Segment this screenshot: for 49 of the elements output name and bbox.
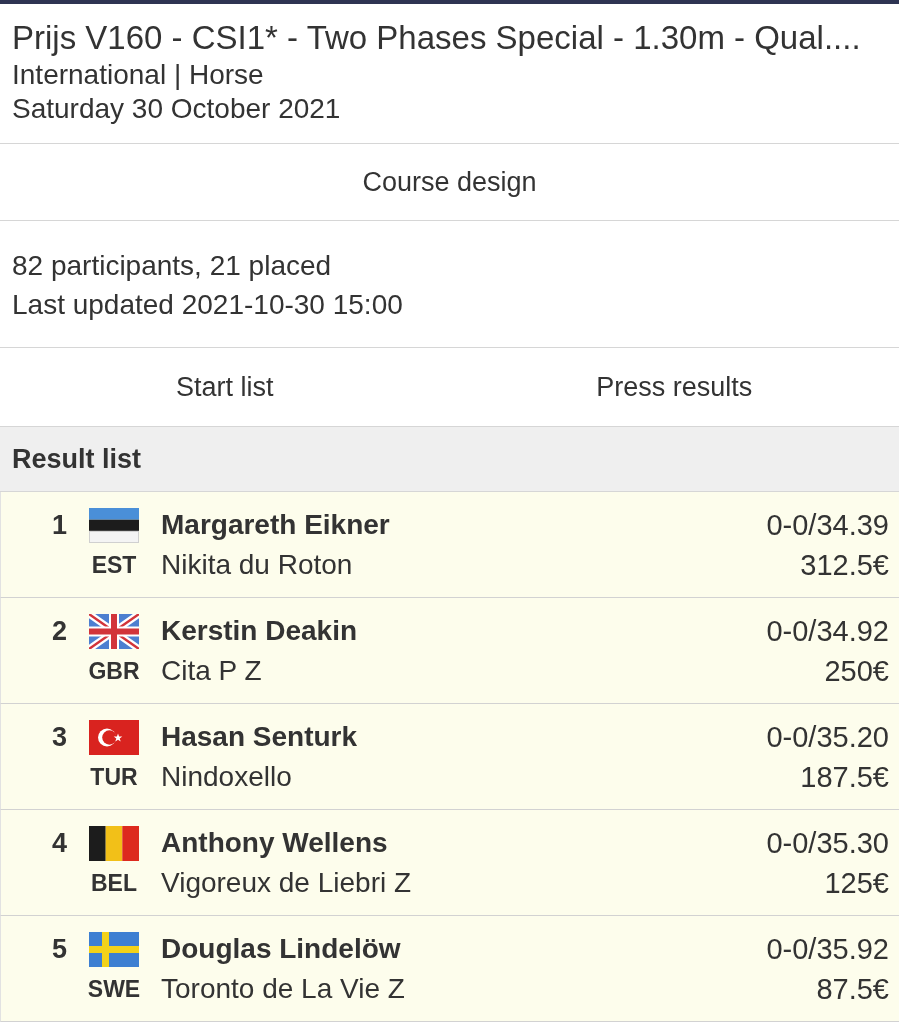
rank: 2 bbox=[51, 615, 67, 647]
result-score: 0-0/34.92 bbox=[766, 614, 889, 648]
flag-icon bbox=[89, 825, 139, 861]
result-score: 0-0/34.39 bbox=[766, 508, 889, 542]
result-score: 0-0/35.92 bbox=[766, 932, 889, 966]
result-score: 0-0/35.30 bbox=[766, 826, 889, 860]
flag-icon bbox=[89, 507, 139, 543]
prize-money: 187.5€ bbox=[800, 760, 889, 794]
result-row[interactable]: 1 EST Margareth Eikner Nikita du Roton 0-0/34.39 312.5€ bbox=[0, 492, 899, 598]
event-date: Saturday 30 October 2021 bbox=[12, 92, 342, 126]
rider-name: Margareth Eikner bbox=[161, 509, 391, 541]
rider-name: Kerstin Deakin bbox=[161, 615, 359, 647]
horse-name: Vigoreux de Liebri Z bbox=[161, 867, 413, 899]
rider-name: Anthony Wellens bbox=[161, 827, 389, 859]
prize-money: 87.5€ bbox=[816, 972, 889, 1006]
list-link[interactable]: Start list bbox=[0, 348, 450, 426]
prize-money: 125€ bbox=[824, 866, 889, 900]
result-row[interactable]: 5 SWE Douglas Lindelöw Toronto de La Vie Z 0-0/35.92 87.5€ bbox=[0, 916, 899, 1022]
country-code: BEL bbox=[91, 869, 137, 897]
flag-icon bbox=[89, 613, 139, 649]
horse-name: Cita P Z bbox=[161, 655, 263, 687]
section-header: Result list bbox=[0, 427, 899, 492]
rank: 4 bbox=[51, 827, 67, 859]
result-row[interactable]: 3 TUR Hasan Senturk Nindoxello 0-0/35.20 187.5€ bbox=[0, 704, 899, 810]
flag-icon bbox=[89, 719, 139, 755]
horse-name: Toronto de La Vie Z bbox=[161, 973, 406, 1005]
horse-name: Nindoxello bbox=[161, 761, 293, 793]
flag-icon bbox=[89, 931, 139, 967]
rank: 1 bbox=[51, 509, 67, 541]
list-link[interactable]: Press results bbox=[449, 348, 899, 426]
country-code: TUR bbox=[90, 763, 138, 791]
prize-money: 250€ bbox=[824, 654, 889, 688]
rider-name: Hasan Senturk bbox=[161, 721, 359, 753]
last-updated: Last updated 2021-10-30 15:00 bbox=[12, 288, 404, 322]
result-score: 0-0/35.20 bbox=[766, 720, 889, 754]
result-row[interactable]: 2 GBR Kerstin Deakin Cita P Z 0-0/34.92 250€ bbox=[0, 598, 899, 704]
country-code: GBR bbox=[88, 657, 140, 685]
event-title: Prijs V160 - CSI1* - Two Phases Special - 1.30m - Qual.... bbox=[12, 18, 862, 58]
rider-name: Douglas Lindelöw bbox=[161, 933, 402, 965]
horse-name: Nikita du Roton bbox=[161, 549, 354, 581]
country-code: EST bbox=[91, 551, 137, 579]
event-category: International | Horse bbox=[12, 58, 265, 92]
rank: 5 bbox=[51, 933, 67, 965]
result-row[interactable]: 4 BEL Anthony Wellens Vigoreux de Liebri Z 0-0/35.30 125€ bbox=[0, 810, 899, 916]
course-design-link[interactable]: Course design bbox=[0, 144, 899, 221]
country-code: SWE bbox=[87, 975, 141, 1003]
participant-count: 82 participants, 21 placed bbox=[12, 249, 333, 283]
prize-money: 312.5€ bbox=[800, 548, 889, 582]
rank: 3 bbox=[51, 721, 67, 753]
